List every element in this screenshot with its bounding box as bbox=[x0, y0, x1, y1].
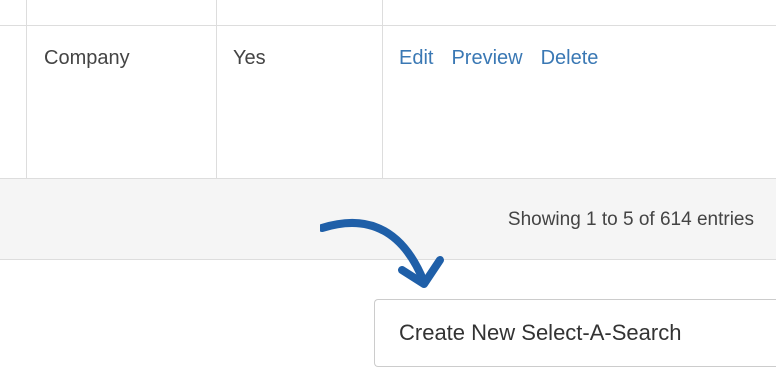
row-actions: Edit Preview Delete bbox=[399, 46, 598, 70]
entries-table: Company Yes Edit Preview Delete bbox=[0, 0, 776, 178]
cell-active: Yes bbox=[233, 47, 266, 69]
row-divider bbox=[0, 25, 776, 26]
edit-link[interactable]: Edit bbox=[399, 46, 433, 70]
delete-link[interactable]: Delete bbox=[541, 46, 599, 70]
page: Company Yes Edit Preview Delete Showing … bbox=[0, 0, 776, 369]
column-divider bbox=[216, 0, 217, 178]
entries-count-text: Showing 1 to 5 of 614 entries bbox=[507, 209, 754, 230]
cell-type: Company bbox=[44, 47, 130, 69]
create-new-select-a-search-button[interactable]: Create New Select-A-Search bbox=[374, 299, 776, 367]
column-divider bbox=[26, 0, 27, 178]
pointer-arrow-icon bbox=[320, 219, 444, 288]
preview-link[interactable]: Preview bbox=[451, 46, 522, 70]
column-divider bbox=[382, 0, 383, 178]
